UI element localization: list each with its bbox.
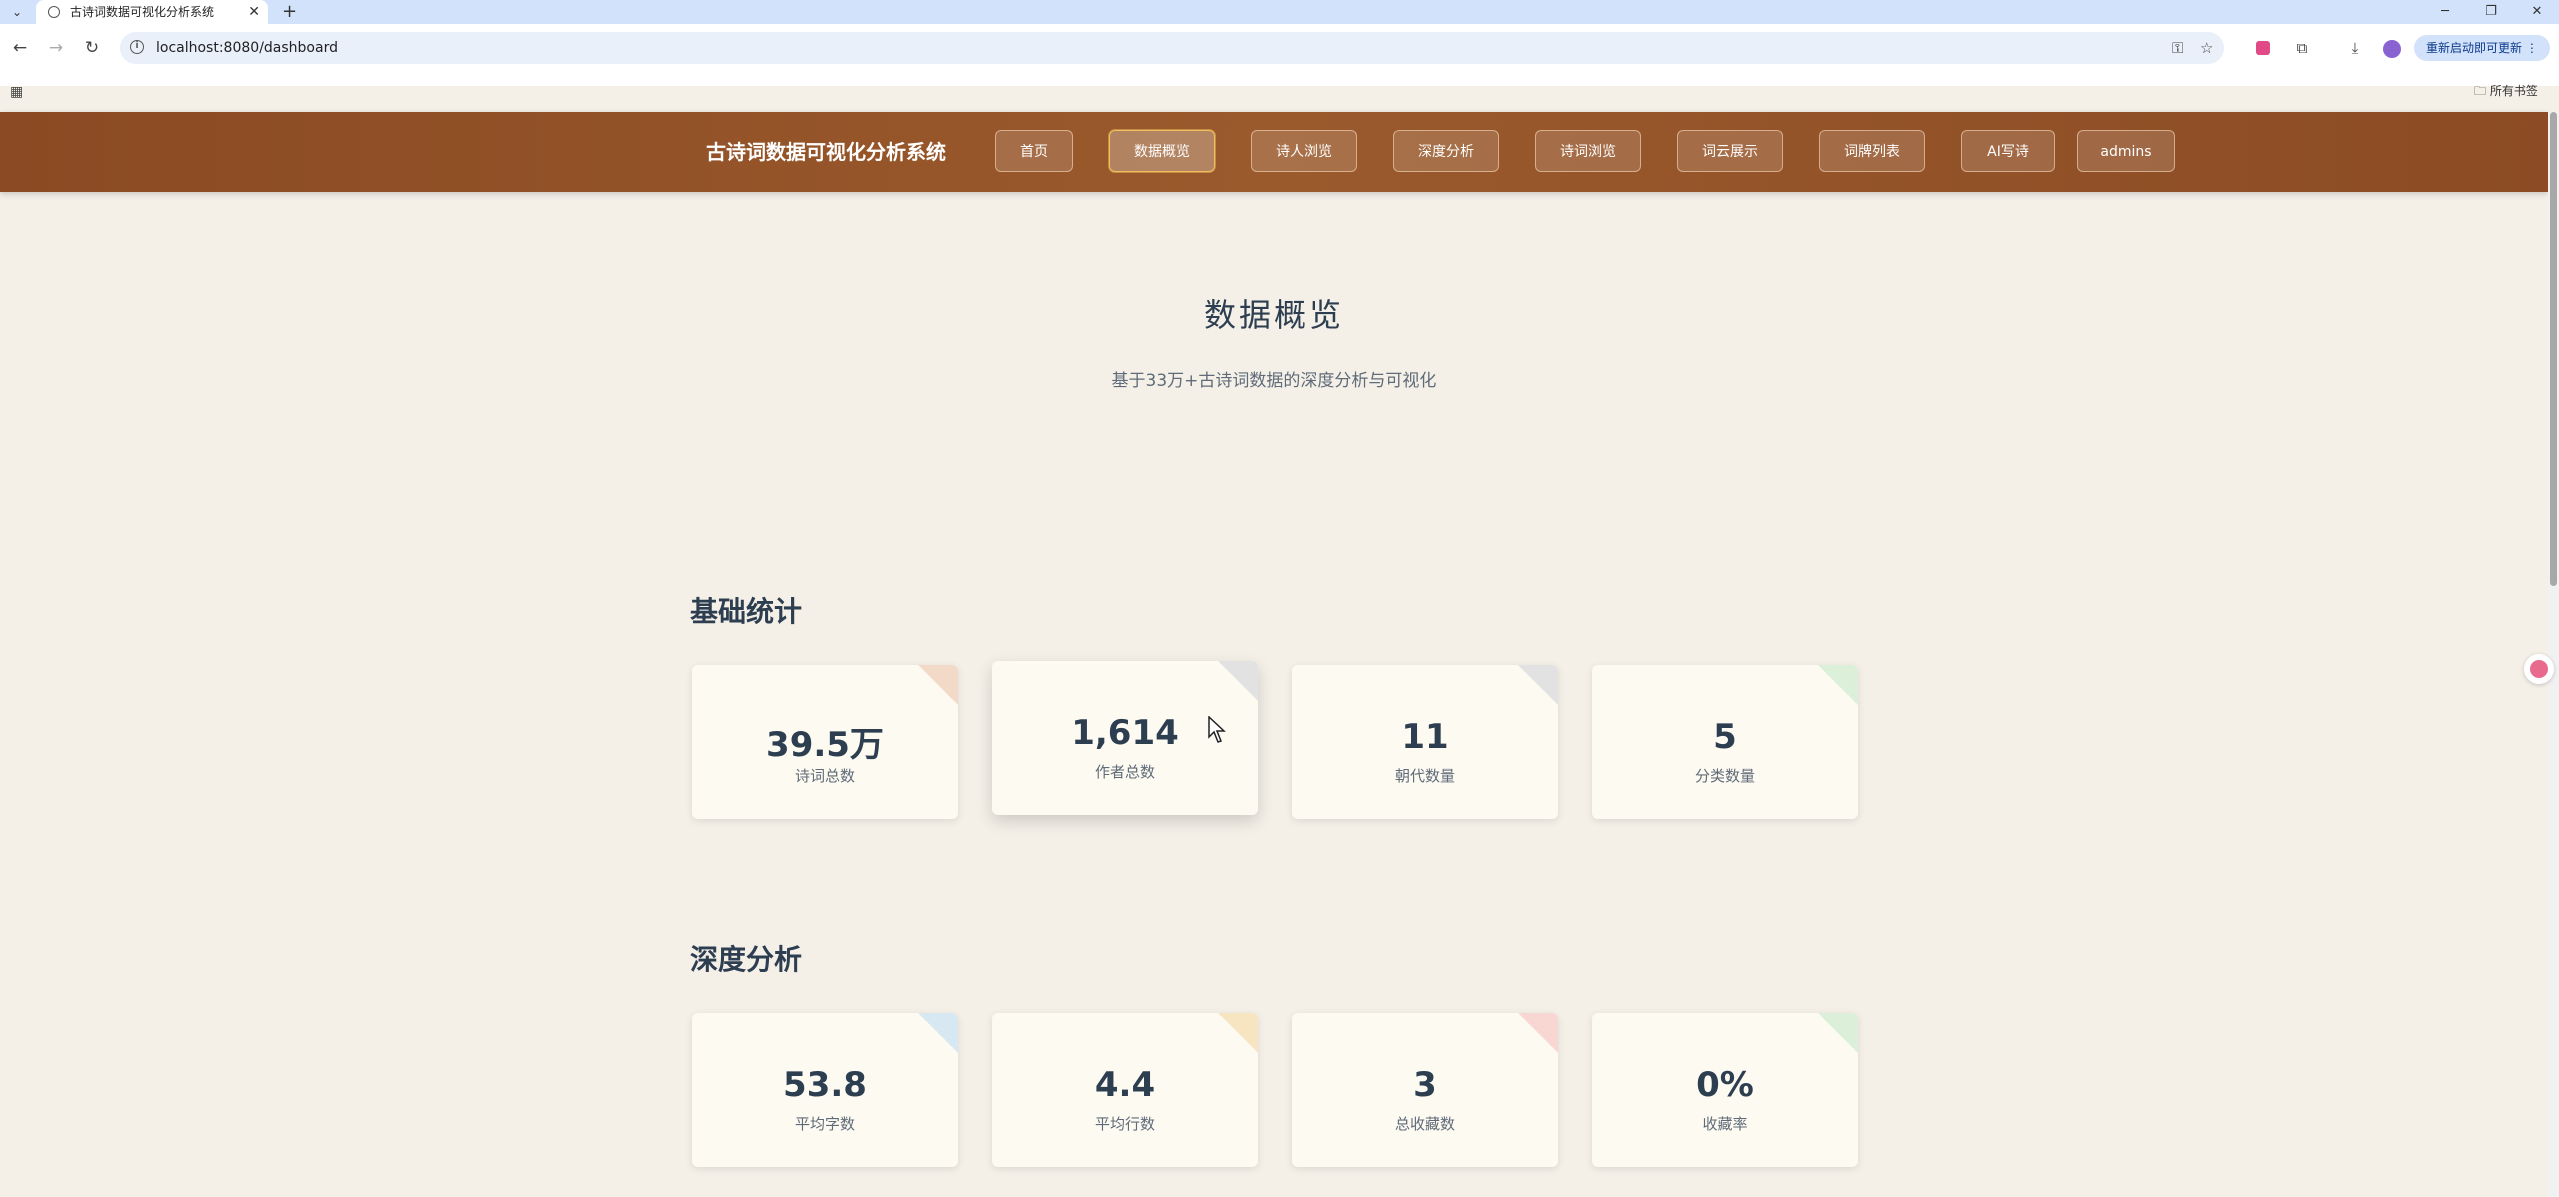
stat-card-dynasties[interactable]: 11 朝代数量 — [1292, 665, 1558, 819]
stat-label: 诗词总数 — [794, 767, 855, 785]
site-info-icon[interactable]: i — [130, 40, 144, 54]
forward-icon[interactable]: → — [42, 34, 70, 62]
update-button[interactable]: 重新启动即可更新 ⋮ — [2414, 35, 2550, 61]
tab-title: 古诗词数据可视化分析系统 — [70, 5, 215, 19]
stat-label: 朝代数量 — [1394, 767, 1455, 785]
url-text[interactable]: localhost:8080/dashboard — [156, 32, 338, 64]
stat-value: 3 — [1413, 1065, 1437, 1105]
stat-card-avg-chars[interactable]: 53.8 平均字数 — [692, 1013, 958, 1167]
card-corner-decoration — [1218, 1013, 1258, 1053]
stat-value: 5 — [1713, 717, 1737, 757]
download-icon[interactable]: ⤓ — [2341, 34, 2369, 62]
extensions-puzzle-icon[interactable]: ⧉ — [2288, 34, 2316, 62]
card-corner-decoration — [918, 1013, 958, 1053]
nav-item-wordcloud[interactable]: 词云展示 — [1677, 130, 1783, 172]
window-close-icon[interactable]: ✕ — [2522, 0, 2552, 24]
close-tab-icon[interactable]: ✕ — [248, 0, 260, 24]
page-title: 数据概览 — [1203, 296, 1344, 334]
app-header: 古诗词数据可视化分析系统 首页 数据概览 诗人浏览 深度分析 诗词浏览 词云展示… — [0, 112, 2548, 192]
nav-item-poets[interactable]: 诗人浏览 — [1251, 130, 1357, 172]
bookmark-star-icon[interactable]: ☆ — [2200, 32, 2213, 64]
card-corner-decoration — [1518, 1013, 1558, 1053]
stat-label: 收藏率 — [1702, 1115, 1748, 1133]
nav-item-deep-analysis[interactable]: 深度分析 — [1393, 130, 1499, 172]
minimize-icon[interactable]: ─ — [2430, 0, 2460, 24]
nav-item-cipai[interactable]: 词牌列表 — [1819, 130, 1925, 172]
scrollbar-thumb[interactable] — [2550, 112, 2557, 586]
translate-extension-icon[interactable] — [2524, 654, 2554, 684]
page-subtitle: 基于33万+古诗词数据的深度分析与可视化 — [1111, 371, 1437, 391]
stat-value: 11 — [1401, 717, 1449, 757]
stat-value: 39.5万 — [766, 725, 884, 765]
nav-item-poems[interactable]: 诗词浏览 — [1535, 130, 1641, 172]
stat-card-poems[interactable]: 39.5万 诗词总数 — [692, 665, 958, 819]
mouse-cursor-icon — [1208, 716, 1226, 743]
stat-value: 4.4 — [1094, 1065, 1156, 1105]
stat-card-favorites[interactable]: 3 总收藏数 — [1292, 1013, 1558, 1167]
tab-search-icon[interactable]: ⌄ — [8, 3, 26, 21]
reload-icon[interactable]: ↻ — [78, 34, 106, 62]
back-icon[interactable]: ← — [6, 34, 34, 62]
section-title-basic: 基础统计 — [690, 595, 803, 628]
stat-label: 平均行数 — [1094, 1115, 1155, 1133]
extension-icon[interactable] — [2256, 41, 2270, 55]
all-bookmarks[interactable]: 🗀 所有书签 — [2474, 82, 2538, 103]
nav-item-dashboard[interactable]: 数据概览 — [1109, 130, 1215, 172]
all-bookmarks-label: 所有书签 — [2489, 84, 2538, 98]
stat-card-avg-lines[interactable]: 4.4 平均行数 — [992, 1013, 1258, 1167]
card-corner-decoration — [918, 665, 958, 705]
stat-label: 总收藏数 — [1394, 1115, 1455, 1133]
stat-label: 作者总数 — [1094, 763, 1155, 781]
card-corner-decoration — [1818, 665, 1858, 705]
card-corner-decoration — [1518, 665, 1558, 705]
update-button-label: 重新启动即可更新 — [2426, 41, 2523, 55]
browser-tab-strip: ⌄ 古诗词数据可视化分析系统 ✕ + ─ ❐ ✕ — [0, 0, 2559, 24]
globe-icon — [48, 6, 60, 18]
card-corner-decoration — [1818, 1013, 1858, 1053]
address-bar[interactable]: i localhost:8080/dashboard ⚿ ☆ — [120, 32, 2224, 64]
new-tab-icon[interactable]: + — [282, 0, 297, 24]
stat-value: 53.8 — [783, 1065, 867, 1105]
stat-card-favorite-rate[interactable]: 0% 收藏率 — [1592, 1013, 1858, 1167]
nav-item-ai-poem[interactable]: AI写诗 — [1961, 130, 2055, 172]
stat-label: 分类数量 — [1694, 767, 1755, 785]
brand-title[interactable]: 古诗词数据可视化分析系统 — [706, 112, 946, 192]
restore-icon[interactable]: ❐ — [2476, 0, 2506, 24]
nav-item-user[interactable]: admins — [2077, 130, 2175, 172]
card-corner-decoration — [1218, 661, 1258, 701]
browser-toolbar: ← → ↻ i localhost:8080/dashboard ⚿ ☆ ⧉ ⤓… — [0, 24, 2559, 86]
nav-item-home[interactable]: 首页 — [995, 130, 1073, 172]
section-title-deep: 深度分析 — [690, 943, 803, 976]
profile-avatar[interactable] — [2383, 40, 2401, 58]
stat-card-categories[interactable]: 5 分类数量 — [1592, 665, 1858, 819]
apps-grid-icon[interactable]: ▦ — [10, 84, 23, 100]
browser-tab[interactable]: 古诗词数据可视化分析系统 ✕ — [36, 0, 268, 24]
password-key-icon[interactable]: ⚿ — [2172, 32, 2183, 64]
stat-label: 平均字数 — [794, 1115, 855, 1133]
stat-value: 0% — [1696, 1065, 1754, 1105]
